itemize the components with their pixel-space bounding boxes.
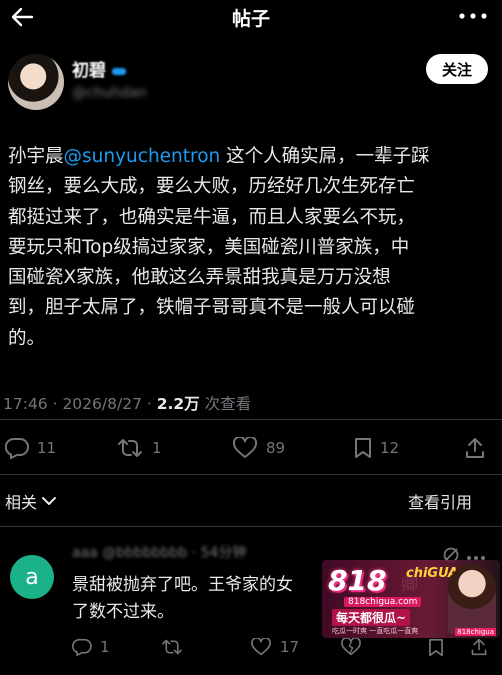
watermark-logo: 818 chiGUA 818chigua.com 每天都很瓜~ 吃瓜一时爽 一直… [322,560,500,638]
comment-icon [5,437,29,459]
reply-text-line: 景甜被抛弃了吧。王爷家的女 [72,575,293,595]
bookmark-icon [429,638,443,656]
post-text-line: 要玩只和Top级搞过家家，美国碰瓷川普家族，中 [8,236,410,258]
reply-like-button[interactable]: 17 [250,634,299,660]
view-count: 2.2万 [156,395,200,413]
watermark-slogan: 每天都很瓜~ [332,609,411,626]
post-text-line: 钢丝，要么大成，要么大败，历经好几次生死存亡 [8,176,416,198]
reply-count: 11 [37,439,57,457]
top-bar: 帖子 [0,0,502,34]
divider [0,474,502,475]
watermark-tagline: 吃瓜一时爽 一直吃瓜一直爽 [332,627,419,635]
follow-button[interactable]: 关注 [426,54,488,84]
post-text: 孙宇晨@sunyuchentron 这个人确实屌，一辈子踩 钢丝，要么大成，要么… [8,142,496,354]
comment-icon [72,638,92,656]
share-icon [466,438,484,458]
author-info[interactable]: 初碧 @chuhdan [72,56,147,101]
more-horizontal-icon [459,13,487,19]
bookmark-icon [355,438,371,458]
divider [0,526,502,527]
more-options-button[interactable] [456,5,490,27]
watermark-url: 818chigua.com [344,597,422,607]
post-text-line: 的。 [8,327,46,349]
related-bar: 相关 查看引用 [0,485,502,515]
reply-meta: aaa @bbbbbbbb · 54分钟 [72,545,247,561]
related-dropdown[interactable]: 相关 [5,489,57,513]
like-button[interactable]: 89 [232,432,285,464]
share-button[interactable] [464,432,486,464]
watermark-number: 818 [328,564,387,597]
page-title: 帖子 [231,7,270,30]
related-label: 相关 [5,493,38,512]
bookmark-button[interactable]: 12 [354,432,399,464]
view-quotes-link[interactable]: 查看引用 [408,489,472,513]
view-label: 次查看 [199,395,252,413]
chevron-down-icon [42,497,57,505]
author-handle: @chuhdan [72,85,147,101]
repost-icon [162,639,182,655]
reply-like-count: 17 [280,638,300,656]
post-actions: 11 1 89 12 [0,432,502,464]
author-avatar[interactable] [8,54,64,110]
reply-avatar[interactable]: a [10,555,54,599]
broken-heart-icon [341,638,361,656]
post-timestamp: 17:46 · 2026/8/27 · [3,395,157,413]
heart-icon [251,638,271,656]
post-text-line: 这个人确实屌，一辈子踩 [220,146,430,167]
heart-icon [232,437,258,458]
watermark-badge: 818chigua [455,628,496,636]
post-meta: 17:46 · 2026/8/27 · 2.2万 次查看 [3,392,251,414]
repost-icon [118,439,142,457]
post-header: 初碧 @chuhdan 关注 [8,48,494,112]
post-text-prefix: 孙宇晨 [8,146,64,167]
arrow-left-icon [11,7,34,27]
repost-button[interactable]: 1 [116,432,162,464]
repost-count: 1 [152,439,162,457]
mention-link[interactable]: @sunyuchentron [64,146,221,167]
author-name[interactable]: 初碧 [72,61,106,81]
verified-badge-icon [112,68,126,75]
reply-reply-count: 1 [100,638,110,656]
back-button[interactable] [8,3,36,31]
like-count: 89 [266,439,286,457]
post-text-line: 国碰瓷X家族，他敢这么弄景甜我真是万万没想 [8,267,391,289]
post-text-line: 都挺过来了，也确实是牛逼，而且人家要么不玩， [8,206,416,228]
post-text-line: 到，胆子太屌了，铁帽子哥哥真不是一般人可以碰 [8,297,416,319]
reply-button[interactable]: 11 [5,432,56,464]
reply-reply-button[interactable]: 1 [72,634,110,660]
reply-repost-button[interactable] [160,634,184,660]
watermark-portrait [448,564,496,634]
share-icon [471,638,487,656]
bookmark-count: 12 [380,439,400,457]
divider [0,419,502,420]
